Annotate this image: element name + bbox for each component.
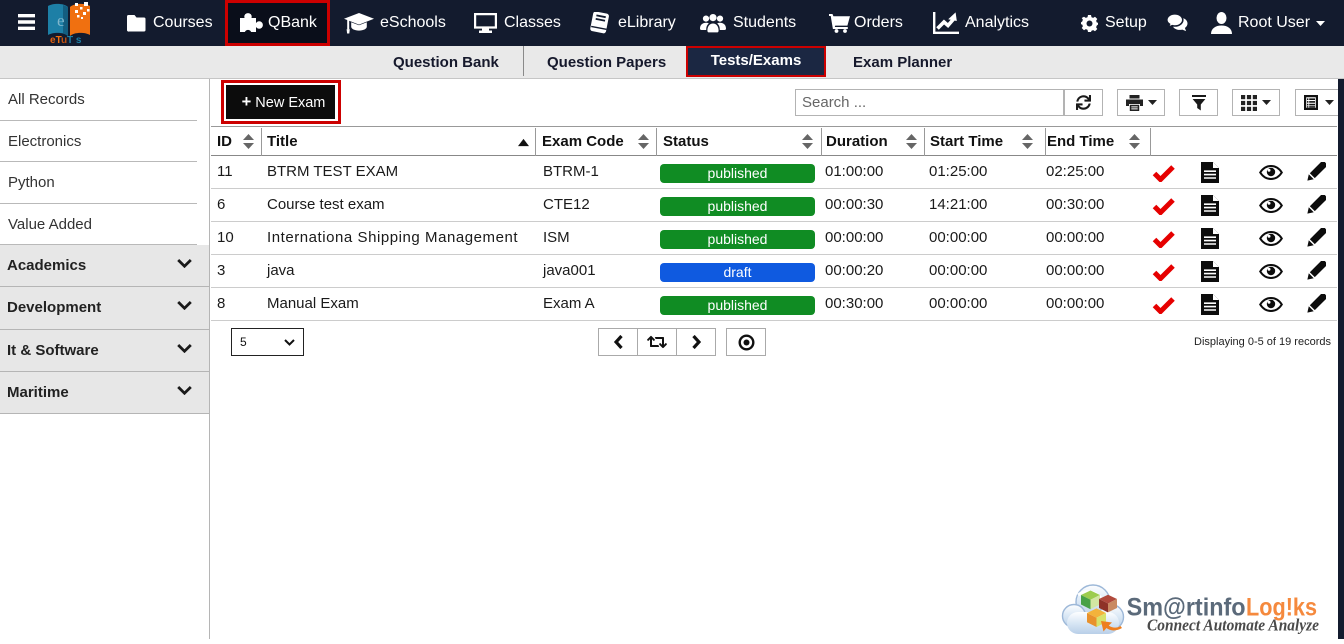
svg-text:eTuT s: eTuT s [50,35,82,44]
svg-text:Connect Automate Analyze: Connect Automate Analyze [1147,616,1319,635]
svg-text:e: e [57,11,65,30]
